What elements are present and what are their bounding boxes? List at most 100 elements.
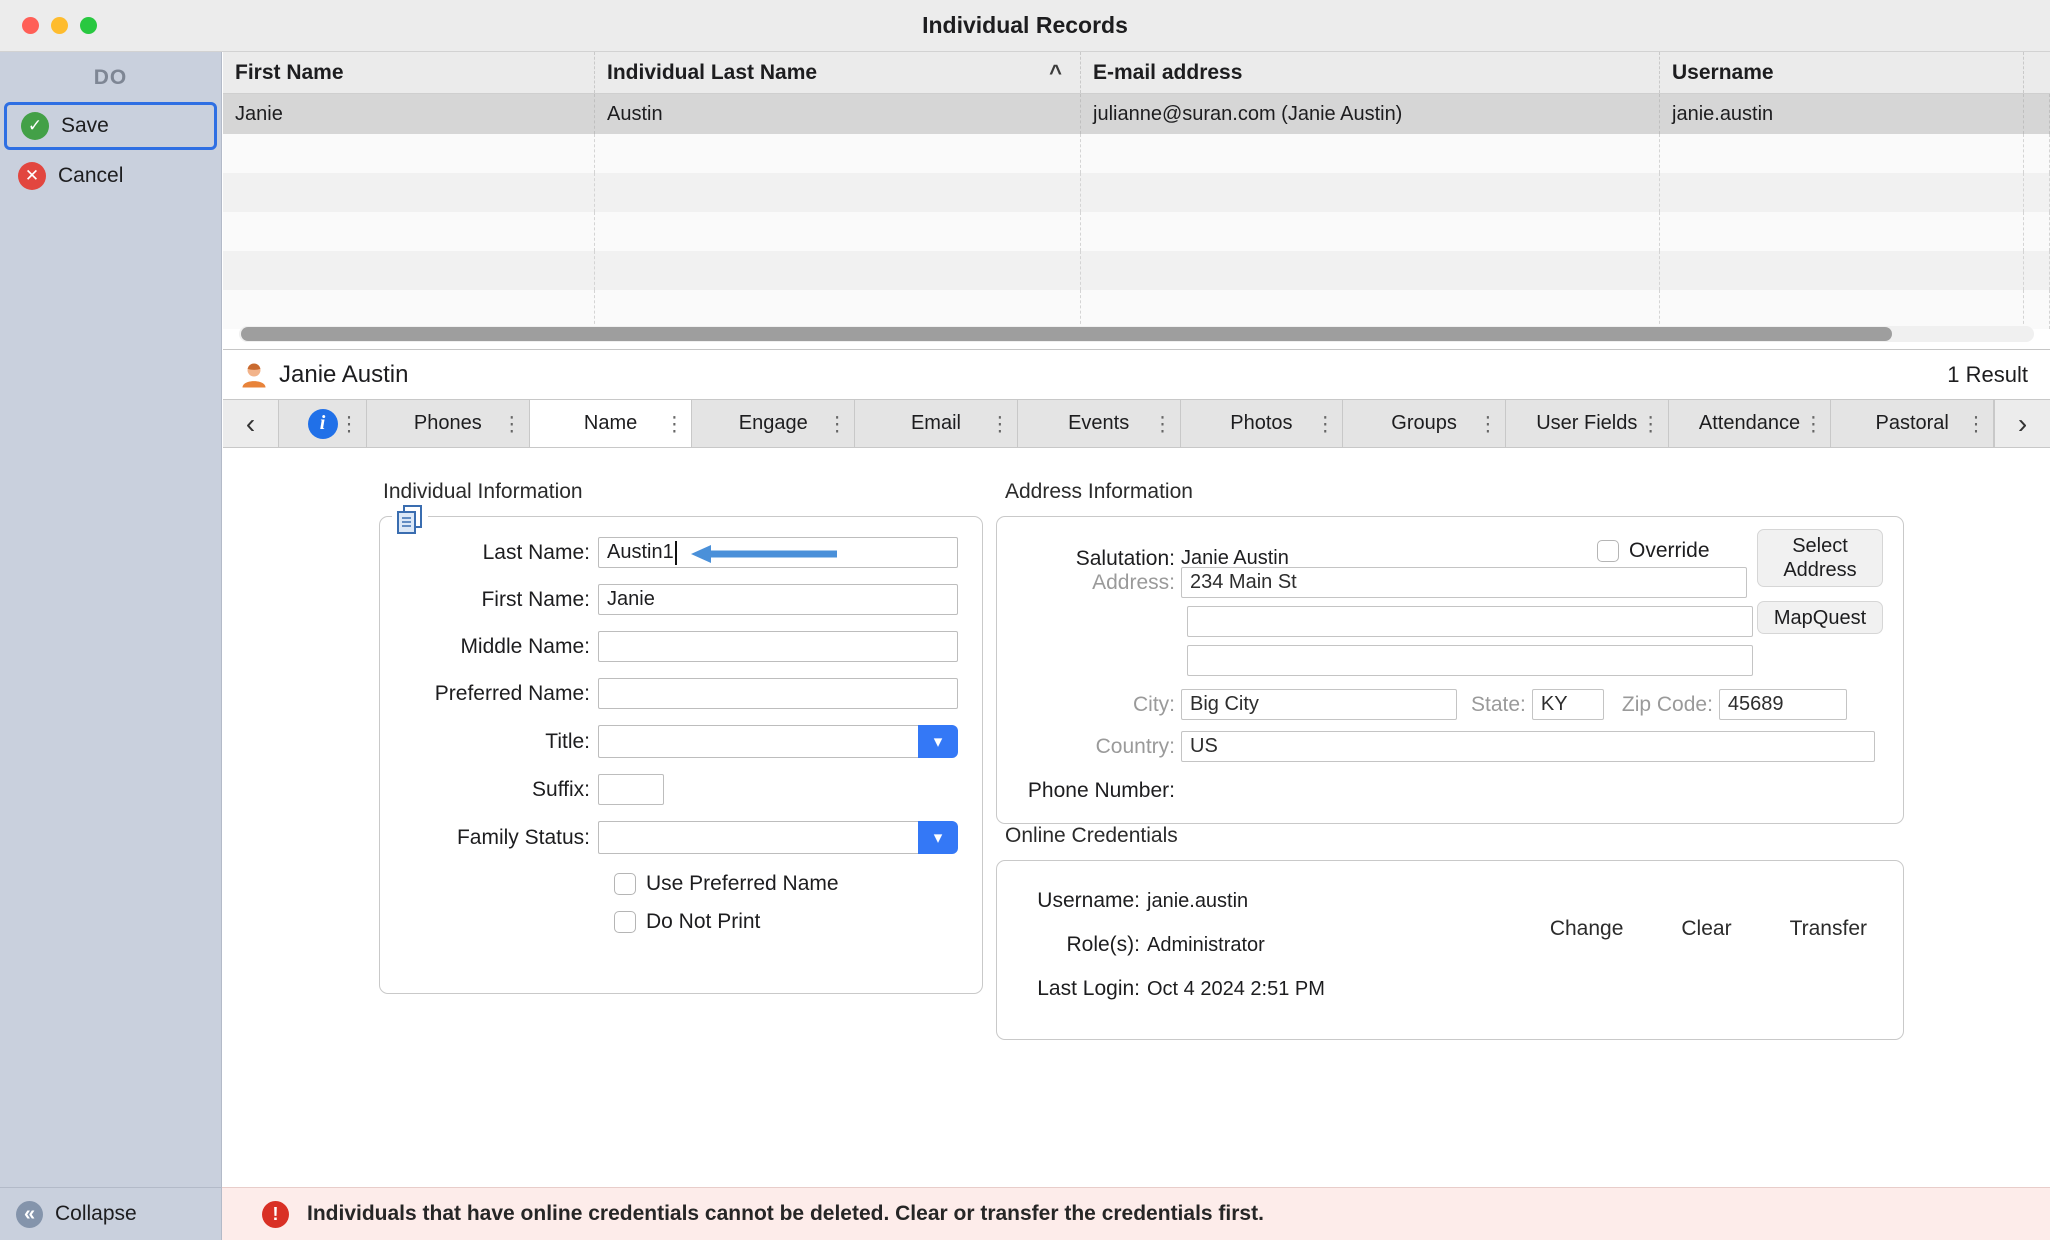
clear-button[interactable]: Clear xyxy=(1681,917,1731,941)
phone-row: Phone Number: xyxy=(997,775,1181,806)
first-name-row: First Name: xyxy=(380,584,982,615)
change-button[interactable]: Change xyxy=(1550,917,1624,941)
do-not-print-checkbox[interactable] xyxy=(614,911,636,933)
copy-icon[interactable] xyxy=(392,503,428,543)
online-credentials-section-title: Online Credentials xyxy=(1005,824,1178,848)
tabs-scroll-right-button[interactable]: › xyxy=(1994,400,2050,447)
tab-info[interactable]: i ⋮ xyxy=(279,400,367,447)
chevron-left-icon: ‹ xyxy=(246,408,255,440)
horizontal-scrollbar[interactable] xyxy=(239,326,2034,342)
tab-phones[interactable]: Phones ⋮ xyxy=(367,400,530,447)
use-preferred-name-checkbox[interactable] xyxy=(614,873,636,895)
sidebar: DO ✓ Save ✕ Cancel xyxy=(0,52,222,1187)
override-checkbox[interactable] xyxy=(1597,540,1619,562)
family-status-dropdown-button[interactable]: ▾ xyxy=(918,821,958,854)
credential-buttons: Change Clear Transfer xyxy=(1550,917,1867,941)
zip-label: Zip Code: xyxy=(1622,693,1713,717)
text-cursor xyxy=(675,541,677,565)
drag-handle-icon: ⋮ xyxy=(827,411,847,436)
state-field[interactable] xyxy=(1532,689,1604,720)
title-dropdown[interactable]: ▾ xyxy=(598,725,958,758)
title-value xyxy=(598,725,918,758)
cell-first-name: Janie xyxy=(223,94,595,134)
address-info-section-title: Address Information xyxy=(1005,480,1193,504)
tab-email[interactable]: Email ⋮ xyxy=(855,400,1018,447)
tab-groups[interactable]: Groups ⋮ xyxy=(1343,400,1506,447)
last-name-value: Austin1 xyxy=(607,541,674,564)
preferred-name-field[interactable] xyxy=(598,678,958,709)
cell-email: julianne@suran.com (Janie Austin) xyxy=(1081,94,1660,134)
column-header-first-name[interactable]: First Name xyxy=(223,52,595,93)
phone-label: Phone Number: xyxy=(997,779,1181,803)
city-state-zip-row: City: State: Zip Code: xyxy=(997,689,1847,720)
tab-user-fields[interactable]: User Fields ⋮ xyxy=(1506,400,1669,447)
drag-handle-icon: ⋮ xyxy=(1641,411,1661,436)
roles-value: Administrator xyxy=(1147,934,1265,957)
first-name-field[interactable] xyxy=(598,584,958,615)
column-header-last-name[interactable]: Individual Last Name ^ xyxy=(595,52,1081,93)
horizontal-scrollbar-thumb[interactable] xyxy=(241,327,1892,341)
minimize-window-button[interactable] xyxy=(51,17,68,34)
table-row-empty xyxy=(223,251,2050,290)
collapse-button[interactable]: « Collapse xyxy=(0,1187,222,1240)
last-login-value: Oct 4 2024 2:51 PM xyxy=(1147,978,1325,1001)
username-value: janie.austin xyxy=(1147,890,1248,913)
drag-handle-icon: ⋮ xyxy=(664,411,684,436)
preferred-name-label: Preferred Name: xyxy=(380,682,598,706)
tabs-scroll-left-button[interactable]: ‹ xyxy=(223,400,279,447)
address-info-box: Salutation: Janie Austin Override Select… xyxy=(996,516,1904,824)
cell-last-name: Austin xyxy=(595,94,1081,134)
address-label: Address: xyxy=(997,571,1181,595)
table-row-empty xyxy=(223,173,2050,212)
title-row: Title: ▾ xyxy=(380,725,982,758)
tab-pastoral[interactable]: Pastoral ⋮ xyxy=(1831,400,1994,447)
family-status-dropdown[interactable]: ▾ xyxy=(598,821,958,854)
close-icon: ✕ xyxy=(18,162,46,190)
title-dropdown-button[interactable]: ▾ xyxy=(918,725,958,758)
mapquest-button[interactable]: MapQuest xyxy=(1757,601,1883,634)
window-titlebar: Individual Records xyxy=(0,0,2050,52)
drag-handle-icon: ⋮ xyxy=(1478,411,1498,436)
column-header-email[interactable]: E-mail address xyxy=(1081,52,1660,93)
transfer-button[interactable]: Transfer xyxy=(1790,917,1867,941)
sort-asc-icon: ^ xyxy=(1049,60,1062,86)
results-table: First Name Individual Last Name ^ E-mail… xyxy=(223,52,2050,350)
zip-field[interactable] xyxy=(1719,689,1847,720)
select-address-button[interactable]: Select Address xyxy=(1757,529,1883,587)
close-window-button[interactable] xyxy=(22,17,39,34)
zoom-window-button[interactable] xyxy=(80,17,97,34)
family-status-label: Family Status: xyxy=(380,826,598,850)
online-credentials-box: Username: janie.austin Role(s): Administ… xyxy=(996,860,1904,1040)
column-header-username[interactable]: Username xyxy=(1660,52,2024,93)
drag-handle-icon: ⋮ xyxy=(1803,411,1823,436)
country-field[interactable] xyxy=(1181,731,1875,762)
sidebar-header: DO xyxy=(0,52,221,100)
middle-name-field[interactable] xyxy=(598,631,958,662)
chevron-right-icon: › xyxy=(2018,408,2027,440)
cancel-button[interactable]: ✕ Cancel xyxy=(4,152,217,200)
annotation-arrow-icon xyxy=(689,543,839,565)
override-label: Override xyxy=(1629,539,1710,563)
tab-photos[interactable]: Photos ⋮ xyxy=(1181,400,1344,447)
cell-username: janie.austin xyxy=(1660,94,2024,134)
address-line1-field[interactable] xyxy=(1181,567,1747,598)
use-preferred-name-row: Use Preferred Name xyxy=(614,872,982,896)
suffix-row: Suffix: xyxy=(380,774,982,805)
tab-events[interactable]: Events ⋮ xyxy=(1018,400,1181,447)
chevron-down-icon: ▾ xyxy=(934,828,943,848)
last-name-field[interactable]: Austin1 xyxy=(598,537,958,568)
address-line3-field[interactable] xyxy=(1187,645,1753,676)
tab-name[interactable]: Name ⋮ xyxy=(530,400,693,447)
suffix-field[interactable] xyxy=(598,774,664,805)
city-field[interactable] xyxy=(1181,689,1457,720)
tab-attendance[interactable]: Attendance ⋮ xyxy=(1669,400,1832,447)
tab-engage[interactable]: Engage ⋮ xyxy=(692,400,855,447)
address-line2-field[interactable] xyxy=(1187,606,1753,637)
table-row[interactable]: Janie Austin julianne@suran.com (Janie A… xyxy=(223,94,2050,134)
city-label: City: xyxy=(997,693,1181,717)
last-login-label: Last Login: xyxy=(997,977,1147,1001)
middle-name-row: Middle Name: xyxy=(380,631,982,662)
save-button[interactable]: ✓ Save xyxy=(4,102,217,150)
table-row-empty xyxy=(223,134,2050,173)
family-status-row: Family Status: ▾ xyxy=(380,821,982,854)
